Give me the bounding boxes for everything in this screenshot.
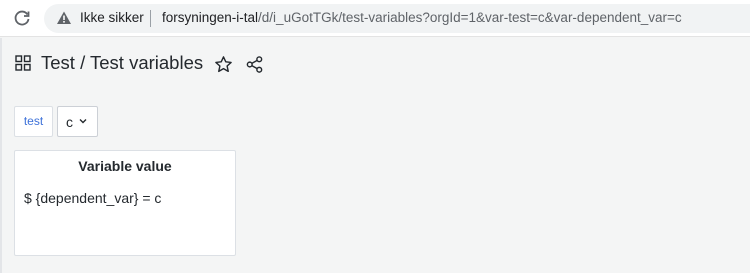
warning-icon[interactable] bbox=[56, 10, 72, 26]
text-panel[interactable]: Variable value $ {dependent_var} = c bbox=[14, 150, 236, 256]
dashboard-header: Test / Test variables bbox=[0, 38, 750, 94]
url-path: /d/i_uGotTGk/test-variables?orgId=1&var-… bbox=[258, 10, 682, 25]
url-text[interactable]: forsyningen-i-tal/d/i_uGotTGk/test-varia… bbox=[162, 10, 682, 25]
url-host: forsyningen-i-tal bbox=[162, 10, 259, 25]
share-icon[interactable] bbox=[245, 55, 264, 74]
page-title[interactable]: Test / Test variables bbox=[41, 52, 203, 74]
panel-content: $ {dependent_var} = c bbox=[24, 190, 162, 206]
star-icon[interactable] bbox=[214, 55, 233, 74]
variable-label-test: test bbox=[14, 106, 53, 137]
address-bar[interactable]: Ikke sikker forsyningen-i-tal/d/i_uGotTG… bbox=[44, 4, 750, 33]
variable-selected-value: c bbox=[66, 114, 73, 130]
chevron-down-icon bbox=[79, 119, 87, 124]
reload-icon[interactable] bbox=[12, 8, 32, 28]
security-label[interactable]: Ikke sikker bbox=[80, 10, 144, 25]
address-separator bbox=[150, 10, 151, 27]
dashboard-grid-icon bbox=[15, 55, 31, 71]
variable-select[interactable]: c bbox=[57, 106, 98, 137]
panel-title[interactable]: Variable value bbox=[15, 158, 235, 174]
browser-toolbar: Ikke sikker forsyningen-i-tal/d/i_uGotTG… bbox=[0, 0, 750, 37]
